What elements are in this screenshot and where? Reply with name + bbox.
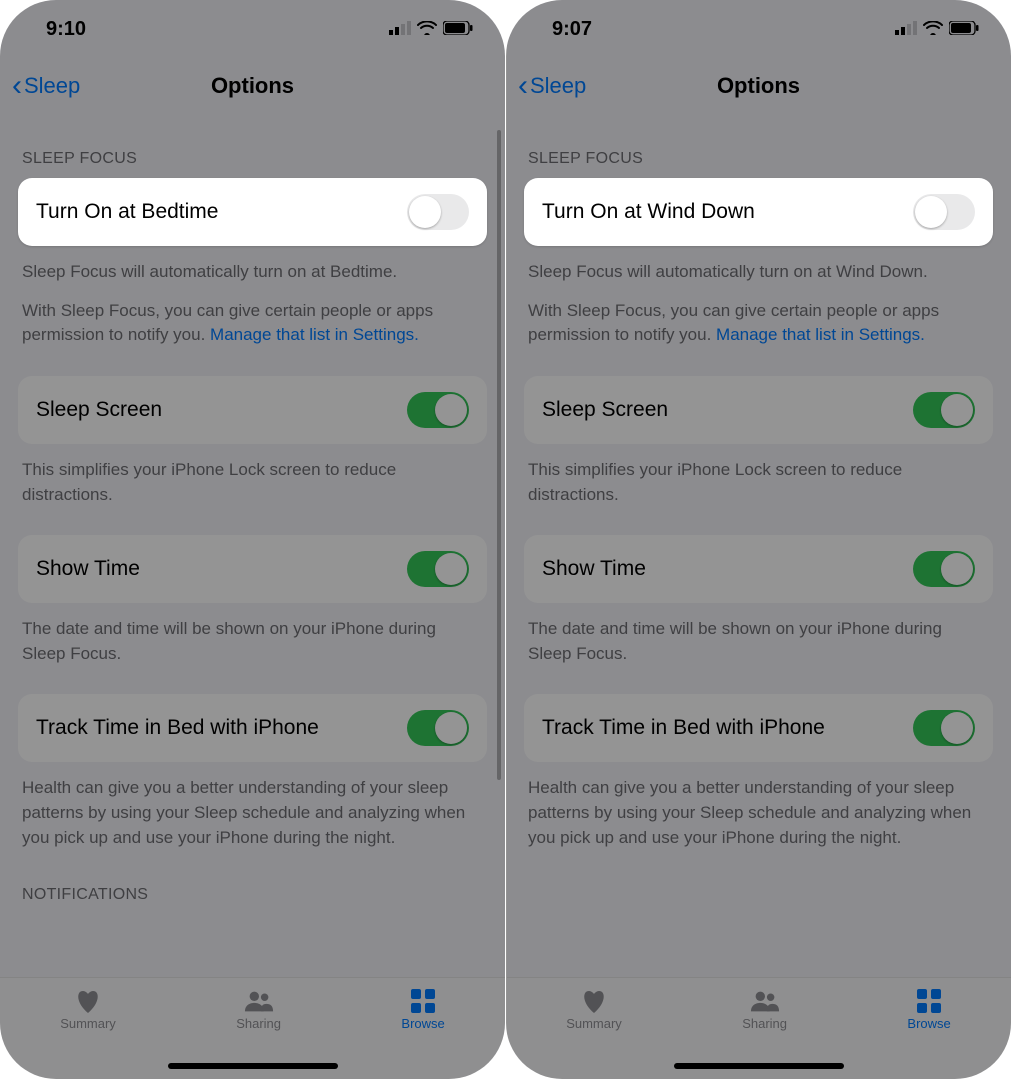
- row-label: Track Time in Bed with iPhone: [36, 716, 319, 740]
- battery-icon: [443, 18, 473, 41]
- row-sleep-screen[interactable]: Sleep Screen: [524, 376, 993, 444]
- row-label: Track Time in Bed with iPhone: [542, 716, 825, 740]
- row-label: Sleep Screen: [542, 398, 668, 422]
- chevron-left-icon: ‹: [518, 71, 528, 101]
- tab-browse[interactable]: Browse: [401, 988, 444, 1031]
- grid-icon: [914, 988, 944, 1014]
- footnote-sf-1: Sleep Focus will automatically turn on a…: [524, 246, 993, 285]
- tab-sharing[interactable]: Sharing: [236, 988, 281, 1031]
- status-time: 9:10: [46, 18, 86, 41]
- row-show-time[interactable]: Show Time: [18, 535, 487, 603]
- footnote-sleep-screen: This simplifies your iPhone Lock screen …: [18, 444, 487, 507]
- scrollbar[interactable]: [497, 130, 501, 780]
- status-bar: 9:10: [0, 0, 505, 58]
- tab-label: Browse: [401, 1016, 444, 1031]
- nav-bar: ‹ Sleep Options: [0, 58, 505, 114]
- toggle-sleep-screen[interactable]: [407, 392, 469, 428]
- tab-label: Browse: [907, 1016, 950, 1031]
- toggle-show-time[interactable]: [407, 551, 469, 587]
- manage-settings-link[interactable]: Manage that list in Settings.: [210, 325, 419, 344]
- toggle-show-time[interactable]: [913, 551, 975, 587]
- footnote-sf-2: With Sleep Focus, you can give certain p…: [524, 285, 993, 348]
- row-label: Turn On at Bedtime: [36, 200, 218, 224]
- row-track-time[interactable]: Track Time in Bed with iPhone: [18, 694, 487, 762]
- footnote-show-time: The date and time will be shown on your …: [524, 603, 993, 666]
- tab-label: Summary: [566, 1016, 622, 1031]
- row-show-time[interactable]: Show Time: [524, 535, 993, 603]
- phone-screen-right: 9:07 ‹ Sleep Options SLEEP FOCUS Turn On…: [506, 0, 1011, 1079]
- grid-icon: [408, 988, 438, 1014]
- row-label: Turn On at Wind Down: [542, 200, 755, 224]
- toggle-sleep-screen[interactable]: [913, 392, 975, 428]
- footnote-sleep-screen: This simplifies your iPhone Lock screen …: [524, 444, 993, 507]
- people-icon: [750, 988, 780, 1014]
- tab-bar: Summary Sharing Browse: [506, 977, 1011, 1079]
- home-indicator[interactable]: [674, 1063, 844, 1069]
- back-label: Sleep: [24, 73, 80, 99]
- page-title: Options: [211, 73, 294, 99]
- toggle-track-time[interactable]: [913, 710, 975, 746]
- heart-icon: [73, 988, 103, 1014]
- footnote-show-time: The date and time will be shown on your …: [18, 603, 487, 666]
- toggle-track-time[interactable]: [407, 710, 469, 746]
- footnote-sf-2: With Sleep Focus, you can give certain p…: [18, 285, 487, 348]
- toggle-sleep-focus[interactable]: [913, 194, 975, 230]
- section-header-notifications: NOTIFICATIONS: [18, 850, 487, 914]
- status-bar: 9:07: [506, 0, 1011, 58]
- comparison-stage: 9:10 ‹ Sleep Options SLEEP FOCUS Turn On…: [0, 0, 1011, 1079]
- back-button[interactable]: ‹ Sleep: [12, 71, 80, 101]
- nav-bar: ‹ Sleep Options: [506, 58, 1011, 114]
- row-label: Show Time: [542, 557, 646, 581]
- tab-sharing[interactable]: Sharing: [742, 988, 787, 1031]
- chevron-left-icon: ‹: [12, 71, 22, 101]
- row-sleep-screen[interactable]: Sleep Screen: [18, 376, 487, 444]
- back-label: Sleep: [530, 73, 586, 99]
- toggle-sleep-focus[interactable]: [407, 194, 469, 230]
- row-turn-on-bedtime[interactable]: Turn On at Bedtime: [18, 178, 487, 246]
- tab-bar: Summary Sharing Browse: [0, 977, 505, 1079]
- people-icon: [244, 988, 274, 1014]
- row-turn-on-wind-down[interactable]: Turn On at Wind Down: [524, 178, 993, 246]
- content-scroll[interactable]: SLEEP FOCUS Turn On at Wind Down Sleep F…: [506, 114, 1011, 850]
- footnote-sf-1: Sleep Focus will automatically turn on a…: [18, 246, 487, 285]
- status-icons: [895, 18, 979, 41]
- tab-label: Sharing: [742, 1016, 787, 1031]
- tab-summary[interactable]: Summary: [60, 988, 116, 1031]
- tab-browse[interactable]: Browse: [907, 988, 950, 1031]
- home-indicator[interactable]: [168, 1063, 338, 1069]
- wifi-icon: [417, 18, 437, 41]
- manage-settings-link[interactable]: Manage that list in Settings.: [716, 325, 925, 344]
- tab-summary[interactable]: Summary: [566, 988, 622, 1031]
- tab-label: Summary: [60, 1016, 116, 1031]
- content-scroll[interactable]: SLEEP FOCUS Turn On at Bedtime Sleep Foc…: [0, 114, 505, 914]
- status-icons: [389, 18, 473, 41]
- row-label: Show Time: [36, 557, 140, 581]
- footnote-track-time: Health can give you a better understandi…: [524, 762, 993, 850]
- footnote-track-time: Health can give you a better understandi…: [18, 762, 487, 850]
- phone-screen-left: 9:10 ‹ Sleep Options SLEEP FOCUS Turn On…: [0, 0, 505, 1079]
- heart-icon: [579, 988, 609, 1014]
- section-header-sleep-focus: SLEEP FOCUS: [18, 114, 487, 178]
- row-track-time[interactable]: Track Time in Bed with iPhone: [524, 694, 993, 762]
- back-button[interactable]: ‹ Sleep: [518, 71, 586, 101]
- section-header-sleep-focus: SLEEP FOCUS: [524, 114, 993, 178]
- cellular-icon: [389, 18, 411, 41]
- wifi-icon: [923, 18, 943, 41]
- page-title: Options: [717, 73, 800, 99]
- status-time: 9:07: [552, 18, 592, 41]
- cellular-icon: [895, 18, 917, 41]
- row-label: Sleep Screen: [36, 398, 162, 422]
- battery-icon: [949, 18, 979, 41]
- tab-label: Sharing: [236, 1016, 281, 1031]
- screen-divider: [505, 0, 507, 1079]
